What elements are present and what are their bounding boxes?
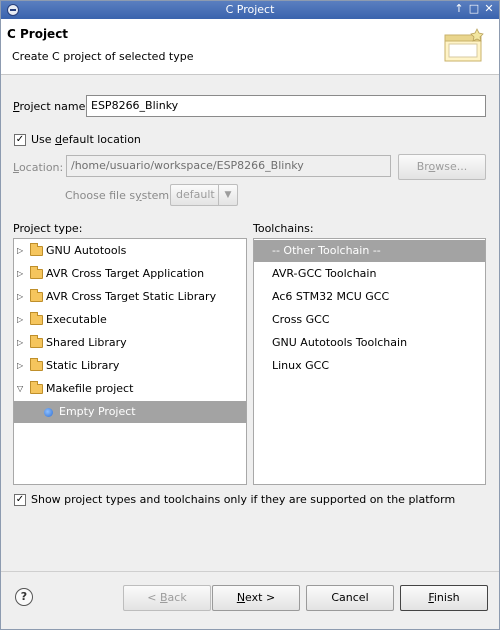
folder-icon	[30, 312, 43, 325]
toolchain-item-avr-gcc[interactable]: AVR-GCC Toolchain	[254, 263, 485, 285]
finish-button[interactable]: Finish	[400, 585, 488, 611]
file-system-select[interactable]: default ▼	[170, 184, 238, 206]
toolchain-item-ac6-stm32[interactable]: Ac6 STM32 MCU GCC	[254, 286, 485, 308]
keep-above-icon[interactable]: ↑	[453, 2, 465, 15]
page-title: C Project	[7, 27, 69, 41]
toolchains-label: Toolchains:	[253, 222, 314, 235]
project-name-label: Project name:	[13, 100, 90, 113]
expand-arrow-icon[interactable]: ▷	[17, 240, 27, 262]
tree-item-makefile-project[interactable]: ▽ Makefile project	[14, 378, 246, 400]
folder-icon	[30, 243, 43, 256]
toolchain-item-gnu-autotools[interactable]: GNU Autotools Toolchain	[254, 332, 485, 354]
expand-arrow-icon[interactable]: ▷	[17, 332, 27, 354]
use-default-location-checkbox[interactable]: ✓	[14, 134, 26, 146]
wizard-header: C Project Create C project of selected t…	[1, 19, 499, 75]
location-label: Location:	[13, 161, 64, 174]
show-supported-checkbox[interactable]: ✓	[14, 494, 26, 506]
expand-arrow-icon[interactable]: ▷	[17, 286, 27, 308]
maximize-icon[interactable]: □	[468, 2, 480, 15]
help-icon[interactable]: ?	[15, 588, 33, 606]
footer-divider	[1, 571, 499, 572]
toolchain-item-other[interactable]: -- Other Toolchain --	[254, 240, 485, 262]
expand-arrow-icon[interactable]: ▷	[17, 263, 27, 285]
tree-item-static-library[interactable]: ▷ Static Library	[14, 355, 246, 377]
expand-arrow-icon[interactable]: ▷	[17, 355, 27, 377]
toolchains-list[interactable]: -- Other Toolchain -- AVR-GCC Toolchain …	[253, 238, 486, 485]
folder-open-icon	[30, 381, 43, 394]
next-button[interactable]: Next >	[212, 585, 300, 611]
project-name-input[interactable]: ESP8266_Blinky	[86, 95, 486, 117]
tree-item-executable[interactable]: ▷ Executable	[14, 309, 246, 331]
toolchain-item-cross-gcc[interactable]: Cross GCC	[254, 309, 485, 331]
folder-icon	[30, 335, 43, 348]
tree-item-empty-project[interactable]: Empty Project	[14, 401, 246, 423]
tree-item-avr-cross-target-application[interactable]: ▷ AVR Cross Target Application	[14, 263, 246, 285]
project-icon	[44, 408, 53, 417]
tree-item-avr-cross-target-static-library[interactable]: ▷ AVR Cross Target Static Library	[14, 286, 246, 308]
title-bar: C Project ↑ □ ✕	[1, 1, 499, 19]
close-icon[interactable]: ✕	[483, 2, 495, 15]
wizard-banner-icon	[444, 28, 484, 62]
folder-icon	[30, 358, 43, 371]
location-input[interactable]: /home/usuario/workspace/ESP8266_Blinky	[66, 155, 391, 177]
cancel-button[interactable]: Cancel	[306, 585, 394, 611]
file-system-label: Choose file system:	[65, 189, 173, 202]
browse-button[interactable]: Browse...	[398, 154, 486, 180]
tree-item-shared-library[interactable]: ▷ Shared Library	[14, 332, 246, 354]
project-type-tree[interactable]: ▷ GNU Autotools ▷ AVR Cross Target Appli…	[13, 238, 247, 485]
expand-arrow-icon[interactable]: ▷	[17, 309, 27, 331]
show-supported-label: Show project types and toolchains only i…	[31, 493, 456, 506]
project-type-label: Project type:	[13, 222, 83, 235]
folder-icon	[30, 289, 43, 302]
use-default-location-label: Use default location	[31, 133, 141, 146]
collapse-arrow-icon[interactable]: ▽	[17, 378, 27, 400]
chevron-down-icon: ▼	[218, 185, 237, 205]
folder-icon	[30, 266, 43, 279]
c-project-dialog: C Project ↑ □ ✕ C Project Create C proje…	[0, 0, 500, 630]
file-system-value: default	[176, 188, 215, 201]
toolchain-item-linux-gcc[interactable]: Linux GCC	[254, 355, 485, 377]
tree-item-gnu-autotools[interactable]: ▷ GNU Autotools	[14, 240, 246, 262]
window-title: C Project	[225, 3, 275, 16]
page-subtitle: Create C project of selected type	[12, 50, 194, 63]
back-button[interactable]: < Back	[123, 585, 211, 611]
